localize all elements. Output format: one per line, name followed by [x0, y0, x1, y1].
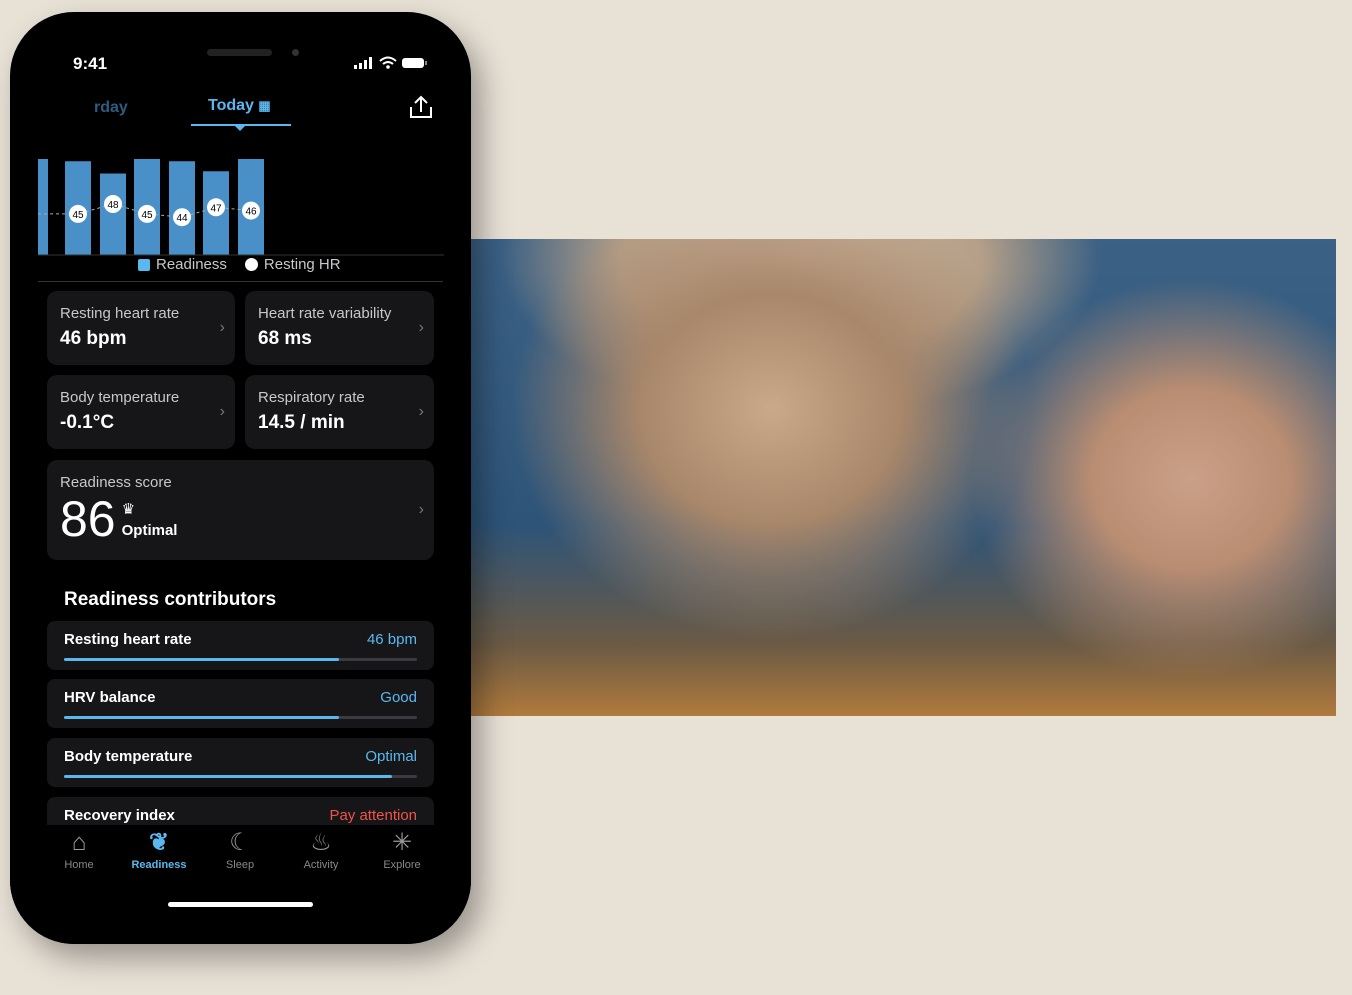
- legend-hr: Resting HR: [263, 256, 341, 273]
- metric-label: Respiratory rate: [258, 389, 365, 406]
- metric-card-rhr[interactable]: Resting heart rate 46 bpm ›: [47, 291, 235, 365]
- legend-swatch-readiness: [138, 258, 150, 271]
- home-icon: ⌂: [71, 829, 87, 856]
- metric-value: 46 bpm: [60, 328, 127, 349]
- contributor-name: Resting heart rate: [64, 631, 192, 648]
- nav-home[interactable]: ⌂ Home: [39, 827, 119, 871]
- nav-label: Sleep: [225, 859, 255, 871]
- metric-value: -0.1°C: [60, 412, 115, 433]
- wifi-icon: [379, 56, 397, 65]
- progress-fill: [64, 716, 340, 719]
- metric-value: 68 ms: [258, 328, 312, 349]
- metric-card-resp[interactable]: Respiratory rate 14.5 / min ›: [245, 375, 434, 449]
- contributor-value: Pay attention: [329, 807, 417, 824]
- hr-label: 45: [72, 210, 84, 221]
- score-label: Readiness score: [60, 474, 172, 491]
- crown-icon: ♛: [121, 501, 136, 518]
- contributor-value: Good: [380, 689, 417, 706]
- nav-activity[interactable]: ♨ Activity: [281, 827, 361, 871]
- contributors-title: Readiness contributors: [64, 589, 277, 610]
- nav-label: Home: [64, 859, 94, 871]
- nav-readiness[interactable]: ❦ Readiness: [119, 827, 199, 871]
- tab-yesterday[interactable]: rday: [94, 99, 128, 117]
- metric-label: Resting heart rate: [60, 305, 180, 322]
- metric-label: Body temperature: [60, 389, 180, 406]
- hr-label: 46: [245, 207, 257, 218]
- readiness-chart: 45 48 45 44 47 46: [38, 159, 444, 256]
- progress-fill: [64, 658, 340, 661]
- contributor-name: HRV balance: [64, 689, 156, 706]
- hero-photo: [471, 239, 1336, 716]
- sprout-icon: ❦: [148, 829, 170, 856]
- score-status: Optimal: [121, 522, 178, 539]
- nav-sleep[interactable]: ☾ Sleep: [200, 827, 280, 871]
- chevron-right-icon: ›: [219, 319, 225, 336]
- sparkle-icon: ✳: [391, 829, 413, 856]
- metric-card-temp[interactable]: Body temperature -0.1°C ›: [47, 375, 235, 449]
- divider: [38, 281, 443, 282]
- status-time: 9:41: [73, 54, 108, 73]
- readiness-bar: [38, 159, 48, 255]
- battery-icon: [402, 58, 424, 68]
- readiness-bar: [169, 161, 195, 255]
- phone-mockup: 9:41 rday Today ▦ 45 48 45 44 47 46 Readiness…: [10, 12, 471, 944]
- metric-value: 14.5 / min: [258, 412, 345, 433]
- nav-label: Activity: [303, 859, 339, 871]
- nav-label: Readiness: [131, 859, 187, 871]
- tab-indicator: [234, 125, 246, 131]
- chevron-right-icon: ›: [418, 501, 424, 518]
- chart-legend: Readiness Resting HR: [138, 256, 341, 273]
- calendar-icon: ▦: [258, 98, 271, 113]
- progress-track: [64, 716, 417, 719]
- progress-fill: [64, 775, 393, 778]
- metric-label: Heart rate variability: [258, 305, 392, 322]
- camera: [292, 49, 299, 56]
- nav-explore[interactable]: ✳ Explore: [362, 827, 442, 871]
- progress-track: [64, 775, 417, 778]
- speaker-notch: [207, 49, 272, 56]
- share-icon[interactable]: [408, 94, 434, 120]
- contributor-value: 46 bpm: [366, 631, 417, 648]
- readiness-bar: [100, 173, 126, 255]
- metric-card-hrv[interactable]: Heart rate variability 68 ms ›: [245, 291, 434, 365]
- signal-icon: [354, 57, 372, 69]
- contributor-hrv[interactable]: HRV balance Good: [47, 679, 434, 728]
- moon-icon: ☾: [229, 829, 251, 856]
- contributor-value: Optimal: [365, 748, 417, 765]
- readiness-score-card[interactable]: Readiness score 86 ♛ Optimal ›: [47, 460, 434, 560]
- tab-today-label: Today: [208, 97, 254, 114]
- contributor-recovery[interactable]: Recovery index Pay attention: [47, 797, 434, 825]
- home-indicator[interactable]: [168, 902, 313, 907]
- score-value: 86: [60, 491, 116, 547]
- chevron-right-icon: ›: [219, 403, 225, 420]
- hr-label: 45: [141, 210, 153, 221]
- legend-readiness: Readiness: [156, 256, 227, 273]
- flame-icon: ♨: [310, 829, 332, 856]
- contributor-name: Body temperature: [64, 748, 193, 765]
- tab-today[interactable]: Today ▦: [208, 97, 271, 115]
- contributor-name: Recovery index: [64, 807, 175, 824]
- contributor-temp[interactable]: Body temperature Optimal: [47, 738, 434, 787]
- chevron-right-icon: ›: [418, 403, 424, 420]
- legend-swatch-hr: [244, 258, 258, 271]
- hr-label: 48: [107, 200, 119, 211]
- status-icons: [354, 56, 427, 69]
- contributor-rhr[interactable]: Resting heart rate 46 bpm: [47, 621, 434, 670]
- nav-label: Explore: [383, 859, 421, 871]
- hr-label: 47: [210, 203, 222, 214]
- hr-label: 44: [176, 213, 188, 224]
- chevron-right-icon: ›: [418, 319, 424, 336]
- progress-track: [64, 658, 417, 661]
